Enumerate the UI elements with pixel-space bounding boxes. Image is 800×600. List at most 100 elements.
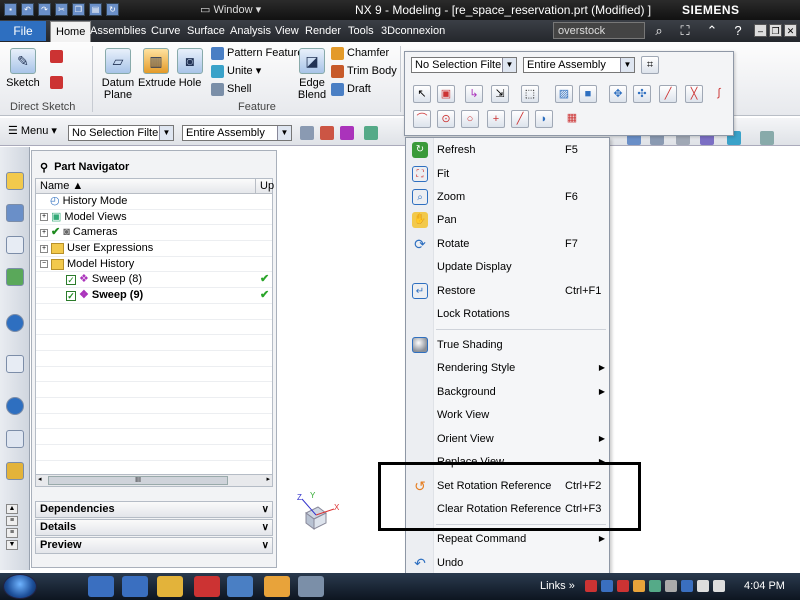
pin-icon[interactable]: ⚲ [40, 161, 48, 174]
existing-point-icon[interactable]: + [487, 110, 505, 128]
datum-plane-button[interactable]: ▱ Datum Plane [98, 48, 138, 101]
assembly-navigator-icon[interactable] [6, 172, 24, 190]
tab-analysis[interactable]: Analysis [227, 23, 274, 39]
menu-item-rotate[interactable]: ⟳ Rotate F7 [406, 233, 611, 255]
trim-body-button[interactable]: Trim Body [331, 64, 397, 78]
tree-row-cameras[interactable]: + ✔ ◙ Cameras [36, 225, 272, 242]
menu-button[interactable]: ☰ Menu ▾ [8, 124, 57, 138]
tree-row-model-views[interactable]: + ▣ Model Views [36, 210, 272, 226]
redo-icon[interactable]: ↷ [38, 3, 51, 16]
snap-end-icon[interactable]: ↳ [465, 85, 483, 103]
horizontal-scrollbar[interactable]: ◂ III ▸ [35, 474, 273, 487]
file-menu-button[interactable]: File [0, 21, 46, 41]
profile-button[interactable] [50, 50, 63, 63]
snap-mid-icon[interactable]: ⇲ [491, 85, 509, 103]
menu-item-refresh[interactable]: ↻ Refresh F5 [406, 139, 611, 161]
tray-icon[interactable] [665, 580, 677, 592]
tray-icon[interactable] [713, 580, 725, 592]
selection-intent-icon[interactable] [364, 126, 378, 140]
copy-icon[interactable]: ❐ [72, 3, 85, 16]
expand-icon[interactable]: + [40, 213, 48, 222]
tray-icon[interactable] [601, 580, 613, 592]
scroll-right-icon[interactable]: ▸ [266, 475, 270, 483]
unite-button[interactable]: Unite ▾ [211, 64, 261, 78]
grid-snap-icon[interactable]: ▦ [563, 110, 581, 128]
collapse-icon[interactable]: − [40, 260, 48, 269]
toolbar-options-icon[interactable] [760, 131, 774, 145]
shaded-icon[interactable]: ■ [579, 85, 597, 103]
expand-icon[interactable]: + [40, 244, 48, 253]
scroll-left-icon[interactable]: ◂ [38, 475, 42, 483]
tray-icon[interactable] [633, 580, 645, 592]
chamfer-button[interactable]: Chamfer [331, 46, 389, 60]
process-studio-icon[interactable] [6, 430, 24, 448]
selection-filter-dropdown[interactable]: No Selection Filter ▼ [68, 125, 174, 141]
taskbar-app-icon[interactable] [122, 576, 148, 597]
intersection-snap-icon[interactable]: ╳ [685, 85, 703, 103]
tab-3dconnexion[interactable]: 3Dconnexion [378, 23, 448, 39]
reuse-library-icon[interactable] [6, 268, 24, 286]
tab-assemblies[interactable]: Assemblies [87, 23, 149, 39]
roles-icon[interactable] [6, 462, 24, 480]
tray-icon[interactable] [585, 580, 597, 592]
menu-item-zoom[interactable]: ⌕ Zoom F6 [406, 186, 611, 208]
minimize-button[interactable]: – [754, 24, 767, 37]
tree-row-model-history[interactable]: − Model History [36, 257, 272, 273]
taskbar-app-icon[interactable] [194, 576, 220, 597]
popup-selection-filter-dropdown[interactable]: No Selection Filter ▼ [411, 57, 517, 73]
extrude-button[interactable]: ▥ Extrude [138, 48, 176, 89]
scroll-item-icon[interactable]: ≡ [6, 516, 18, 526]
wireframe-icon[interactable]: ▨ [555, 85, 573, 103]
command-search-input[interactable] [553, 22, 645, 39]
point-on-face-icon[interactable]: ◗ [535, 110, 553, 128]
tray-icon[interactable] [649, 580, 661, 592]
snap-options-icon[interactable] [340, 126, 354, 140]
web-browser-icon[interactable] [6, 314, 24, 332]
menu-item-fit[interactable]: ⛶ Fit [406, 163, 611, 185]
popup-selection-scope-dropdown[interactable]: Entire Assembly ▼ [523, 57, 635, 73]
menu-item-restore[interactable]: ↵ Restore Ctrl+F1 [406, 280, 611, 302]
chevron-up-icon[interactable]: ⌃ [704, 23, 720, 39]
edge-blend-button[interactable]: ◪ Edge Blend [296, 48, 328, 101]
preview-panel-header[interactable]: Preview ∨ [35, 537, 273, 554]
taskbar-app-icon[interactable] [88, 576, 114, 597]
assembly-filter-icon[interactable] [300, 126, 314, 140]
clock-icon[interactable] [6, 397, 24, 415]
close-button[interactable]: ✕ [784, 24, 797, 37]
checkbox-checked-icon[interactable]: ✓ [66, 274, 76, 285]
dependencies-panel-header[interactable]: Dependencies ∨ [35, 501, 273, 518]
tree-row-history-mode[interactable]: ◴ History Mode [36, 194, 272, 210]
paste-icon[interactable]: ▤ [89, 3, 102, 16]
menu-item-update-display[interactable]: Update Display [406, 256, 611, 278]
draft-button[interactable]: Draft [331, 82, 371, 96]
assembly-filter-icon[interactable]: ⌗ [641, 56, 659, 74]
column-name-header[interactable]: Name ▲ [40, 179, 83, 193]
menu-item-repeat-command[interactable]: Repeat Command ▶ [406, 528, 611, 550]
tab-tools[interactable]: Tools [345, 23, 377, 39]
scrollbar-thumb[interactable]: III [48, 476, 228, 485]
scroll-up-icon[interactable]: ▲ [6, 504, 18, 514]
taskbar-app-icon[interactable] [298, 576, 324, 597]
network-icon[interactable] [681, 580, 693, 592]
center-snap-icon[interactable]: ⊙ [437, 110, 455, 128]
sketch-button[interactable]: ✎ Sketch [6, 48, 40, 89]
tab-view[interactable]: View [272, 23, 302, 39]
links-toolbar[interactable]: Links » [540, 580, 575, 592]
selection-box-icon[interactable]: ⬚ [521, 85, 539, 103]
undo-icon[interactable]: ↶ [21, 3, 34, 16]
line-snap-icon[interactable]: ╱ [659, 85, 677, 103]
taskbar-clock[interactable]: 4:04 PM [744, 580, 785, 592]
move-icon[interactable]: ✣ [633, 85, 651, 103]
help-icon[interactable]: ? [730, 23, 746, 39]
menu-item-rendering-style[interactable]: Rendering Style ▶ [406, 357, 611, 379]
restore-button[interactable]: ❐ [769, 24, 782, 37]
tab-curve[interactable]: Curve [148, 23, 183, 39]
shell-button[interactable]: Shell [211, 82, 251, 96]
expand-icon[interactable]: + [40, 228, 48, 237]
tree-row-user-expressions[interactable]: + User Expressions [36, 241, 272, 257]
checkbox-checked-icon[interactable]: ✓ [66, 290, 76, 301]
rectangle-button[interactable] [50, 76, 63, 89]
window-menu[interactable]: ▭ Window ▾ [200, 3, 261, 16]
point-snap-icon[interactable]: ▣ [437, 85, 455, 103]
menu-item-orient-view[interactable]: Orient View ▶ [406, 428, 611, 450]
